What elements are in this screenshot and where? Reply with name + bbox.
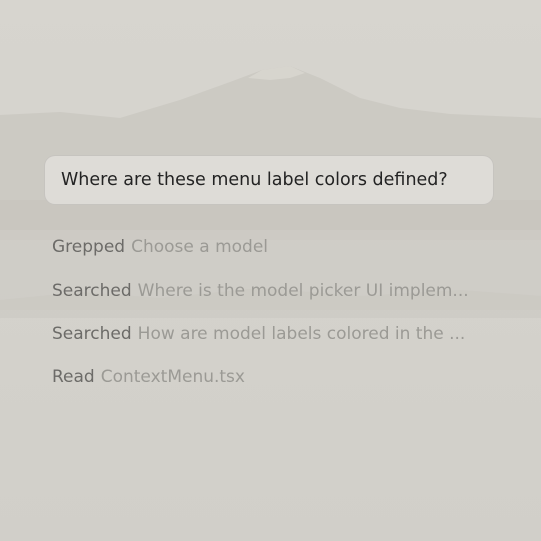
step-grepped[interactable]: Grepped Choose a model bbox=[52, 235, 492, 259]
step-detail: Where is the model picker UI implem... bbox=[137, 281, 469, 301]
step-detail: ContextMenu.tsx bbox=[100, 367, 245, 387]
step-detail: How are model labels colored in the ... bbox=[137, 324, 466, 344]
user-query-bubble: Where are these menu label colors define… bbox=[44, 155, 494, 205]
step-verb: Grepped bbox=[52, 237, 126, 257]
step-verb: Read bbox=[52, 367, 95, 387]
step-searched-picker[interactable]: Searched Where is the model picker UI imp… bbox=[52, 279, 492, 303]
user-query-text: Where are these menu label colors define… bbox=[61, 170, 448, 190]
step-searched-labels[interactable]: Searched How are model labels colored in … bbox=[52, 322, 492, 346]
mountain-wallpaper bbox=[0, 0, 541, 541]
step-verb: Searched bbox=[52, 281, 132, 301]
step-detail: Choose a model bbox=[131, 237, 269, 257]
step-verb: Searched bbox=[52, 324, 132, 344]
step-read-file[interactable]: Read ContextMenu.tsx bbox=[52, 365, 492, 389]
